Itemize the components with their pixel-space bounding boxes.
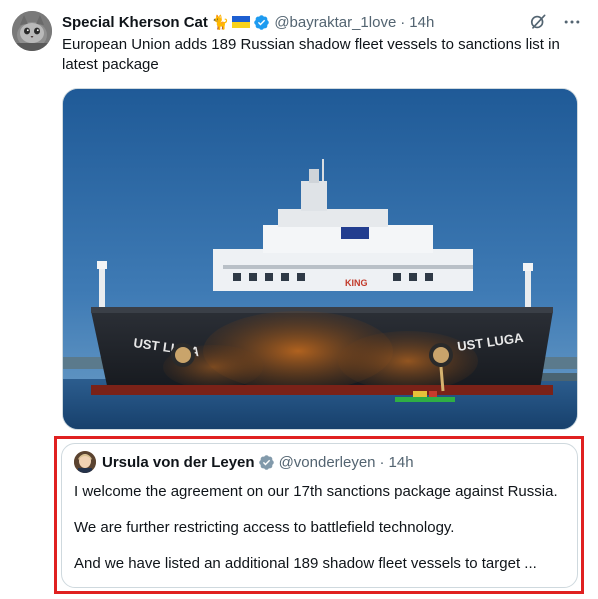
avatar[interactable] xyxy=(12,11,52,51)
grok-icon[interactable] xyxy=(528,12,548,32)
quote-header: Ursula von der Leyen @vonderleyen · 14h xyxy=(74,451,414,473)
verified-badge-icon[interactable] xyxy=(253,14,270,31)
quote-display-name[interactable]: Ursula von der Leyen xyxy=(102,454,255,471)
timestamp[interactable]: 14h xyxy=(409,14,434,31)
ship-photo: KING UST LUGA UST LUGA xyxy=(63,89,577,429)
separator-dot: · xyxy=(400,13,406,31)
display-name[interactable]: Special Kherson Cat xyxy=(62,14,208,31)
person-avatar-icon xyxy=(74,451,96,473)
cat-avatar-icon xyxy=(12,11,52,51)
quote-paragraph: I welcome the agreement on our 17th sanc… xyxy=(74,483,558,500)
tweet[interactable]: Special Kherson Cat 🐈 @bayraktar_1love ·… xyxy=(0,0,598,599)
tweet-actions xyxy=(528,12,582,32)
quote-paragraph: And we have listed an additional 189 sha… xyxy=(74,555,537,572)
quote-avatar[interactable] xyxy=(74,451,96,473)
quote-timestamp[interactable]: 14h xyxy=(389,454,414,471)
more-icon[interactable] xyxy=(562,12,582,32)
quote-author-handle[interactable]: @vonderleyen xyxy=(279,454,376,471)
cat-emoji-icon: 🐈 xyxy=(211,14,230,30)
ukraine-flag-icon xyxy=(232,16,251,28)
tweet-header: Special Kherson Cat 🐈 @bayraktar_1love ·… xyxy=(62,12,434,32)
verified-gray-badge-icon[interactable] xyxy=(258,454,275,471)
svg-text:KING: KING xyxy=(345,278,368,288)
quote-paragraph: We are further restricting access to bat… xyxy=(74,519,455,536)
author-handle[interactable]: @bayraktar_1love xyxy=(274,14,396,31)
tweet-text: European Union adds 189 Russian shadow f… xyxy=(62,36,560,73)
tweet-media[interactable]: KING UST LUGA UST LUGA xyxy=(62,88,578,430)
quote-separator-dot: · xyxy=(379,453,385,471)
quote-text: I welcome the agreement on our 17th sanc… xyxy=(74,482,569,574)
quoted-tweet[interactable]: Ursula von der Leyen @vonderleyen · 14h … xyxy=(61,443,578,588)
